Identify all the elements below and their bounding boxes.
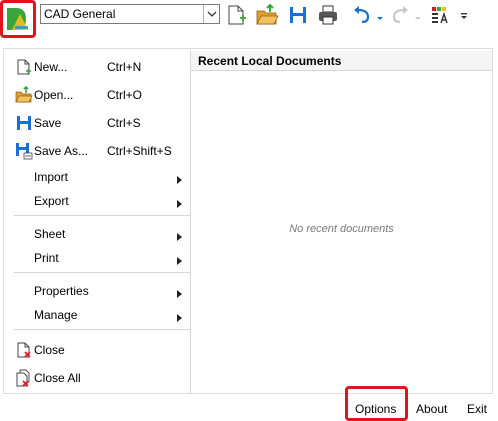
save-as-icon (15, 142, 33, 160)
options-highlight-box (345, 386, 408, 421)
menu-item-save[interactable]: Save Ctrl+S (4, 110, 190, 136)
menu-item-shortcut: Ctrl+N (107, 60, 142, 74)
menu-item-save-as[interactable]: Save As... Ctrl+Shift+S (4, 138, 190, 164)
workspace-select-value: CAD General (44, 7, 116, 21)
menu-item-label: New... (34, 60, 68, 74)
menu-item-export[interactable]: Export (4, 188, 190, 214)
customize-toolbar-icon[interactable] (459, 10, 469, 20)
menu-item-shortcut: Ctrl+O (107, 88, 143, 102)
menu-item-close-all[interactable]: Close All (4, 365, 190, 391)
menu-item-label: Import (34, 170, 69, 184)
logo-highlight-box (0, 0, 36, 38)
menu-item-label: Close (34, 343, 65, 357)
save-icon (15, 114, 33, 132)
submenu-arrow-icon (177, 311, 182, 325)
submenu-arrow-icon (177, 254, 182, 268)
save-icon[interactable] (286, 3, 310, 27)
recent-documents-empty-text: No recent documents (289, 223, 394, 235)
menu-separator (14, 215, 190, 216)
open-folder-icon (15, 85, 33, 104)
menu-item-label: Save (34, 116, 62, 130)
workspace-select[interactable]: CAD General (40, 4, 220, 24)
menu-item-label: Save As... (34, 144, 89, 158)
menu-item-manage[interactable]: Manage (4, 302, 190, 328)
about-button[interactable]: About (416, 402, 447, 416)
menu-item-label: Properties (34, 284, 89, 298)
menu-item-label: Open... (34, 88, 74, 102)
panel-divider (190, 50, 191, 394)
print-icon[interactable] (316, 3, 340, 27)
properties-icon[interactable] (428, 3, 452, 27)
menu-item-label: Sheet (34, 227, 66, 241)
submenu-arrow-icon (177, 197, 182, 211)
menu-item-label: Close All (34, 371, 81, 385)
menu-item-print[interactable]: Print (4, 245, 190, 271)
exit-button[interactable]: Exit (467, 402, 487, 416)
menu-item-open[interactable]: Open... Ctrl+O (4, 82, 190, 108)
menu-separator (14, 329, 190, 330)
menu-separator (14, 272, 190, 273)
menu-item-sheet[interactable]: Sheet (4, 221, 190, 247)
menu-item-close[interactable]: Close (4, 337, 190, 363)
submenu-arrow-icon (177, 230, 182, 244)
menu-item-label: Manage (34, 308, 78, 322)
menu-item-import[interactable]: Import (4, 164, 190, 190)
menu-item-shortcut: Ctrl+Shift+S (107, 144, 172, 158)
submenu-arrow-icon (177, 173, 182, 187)
submenu-arrow-icon (177, 287, 182, 301)
chevron-down-icon[interactable] (203, 5, 219, 23)
redo-icon[interactable] (388, 3, 412, 27)
menu-item-label: Export (34, 194, 69, 208)
undo-icon[interactable] (350, 3, 374, 27)
recent-documents-title: Recent Local Documents (198, 54, 342, 68)
new-icon[interactable] (225, 3, 249, 27)
menu-item-shortcut: Ctrl+S (107, 116, 141, 130)
file-menu: New... Ctrl+N Open... Ctrl+O Save Ctrl+S (4, 50, 190, 394)
menu-item-new[interactable]: New... Ctrl+N (4, 54, 190, 80)
redo-dropdown-icon[interactable] (414, 11, 422, 20)
close-document-icon (15, 341, 33, 359)
menu-item-label: Print (34, 251, 59, 265)
new-document-icon (15, 58, 33, 76)
recent-documents-header: Recent Local Documents (191, 51, 492, 71)
close-all-icon (15, 369, 33, 387)
open-icon[interactable] (255, 3, 279, 27)
menu-item-properties[interactable]: Properties (4, 278, 190, 304)
undo-dropdown-icon[interactable] (376, 11, 384, 20)
